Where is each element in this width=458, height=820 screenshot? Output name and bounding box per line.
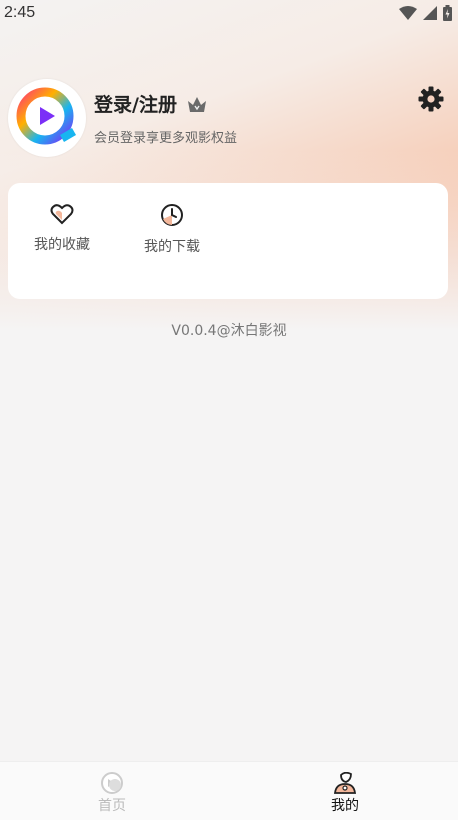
wifi-icon: [399, 6, 417, 20]
tab-profile-label: 我的: [331, 798, 359, 814]
tab-profile[interactable]: 我的: [305, 772, 385, 815]
profile-icon: [333, 772, 357, 794]
vip-crown-icon: [187, 96, 206, 112]
profile-header[interactable]: 登录/注册 会员登录享更多观影权益: [8, 78, 450, 158]
download-clock-icon: [161, 204, 183, 226]
status-icons: [399, 5, 452, 21]
downloads-button[interactable]: 我的下载: [132, 203, 212, 263]
home-icon: [101, 772, 123, 794]
downloads-label: 我的下载: [144, 239, 200, 255]
login-register-link[interactable]: 登录/注册: [94, 90, 177, 117]
bottom-tab-bar: 首页 我的: [0, 761, 458, 820]
status-time: 2:45: [4, 4, 36, 21]
battery-icon: [443, 5, 452, 21]
status-bar: 2:45: [0, 0, 458, 26]
play-logo-icon: [16, 87, 76, 145]
shortcut-card: 我的收藏 我的下载: [8, 183, 448, 299]
favorites-button[interactable]: 我的收藏: [22, 203, 102, 263]
gear-icon: [418, 86, 444, 112]
heart-icon: [50, 204, 74, 225]
tab-home[interactable]: 首页: [72, 772, 152, 815]
settings-button[interactable]: [416, 84, 446, 114]
member-subtitle: 会员登录享更多观影权益: [94, 131, 238, 146]
favorites-label: 我的收藏: [34, 237, 90, 253]
version-text: V0.0.4@沐白影视: [171, 323, 287, 339]
signal-icon: [423, 6, 437, 20]
avatar[interactable]: [8, 79, 86, 157]
tab-home-label: 首页: [98, 798, 126, 814]
